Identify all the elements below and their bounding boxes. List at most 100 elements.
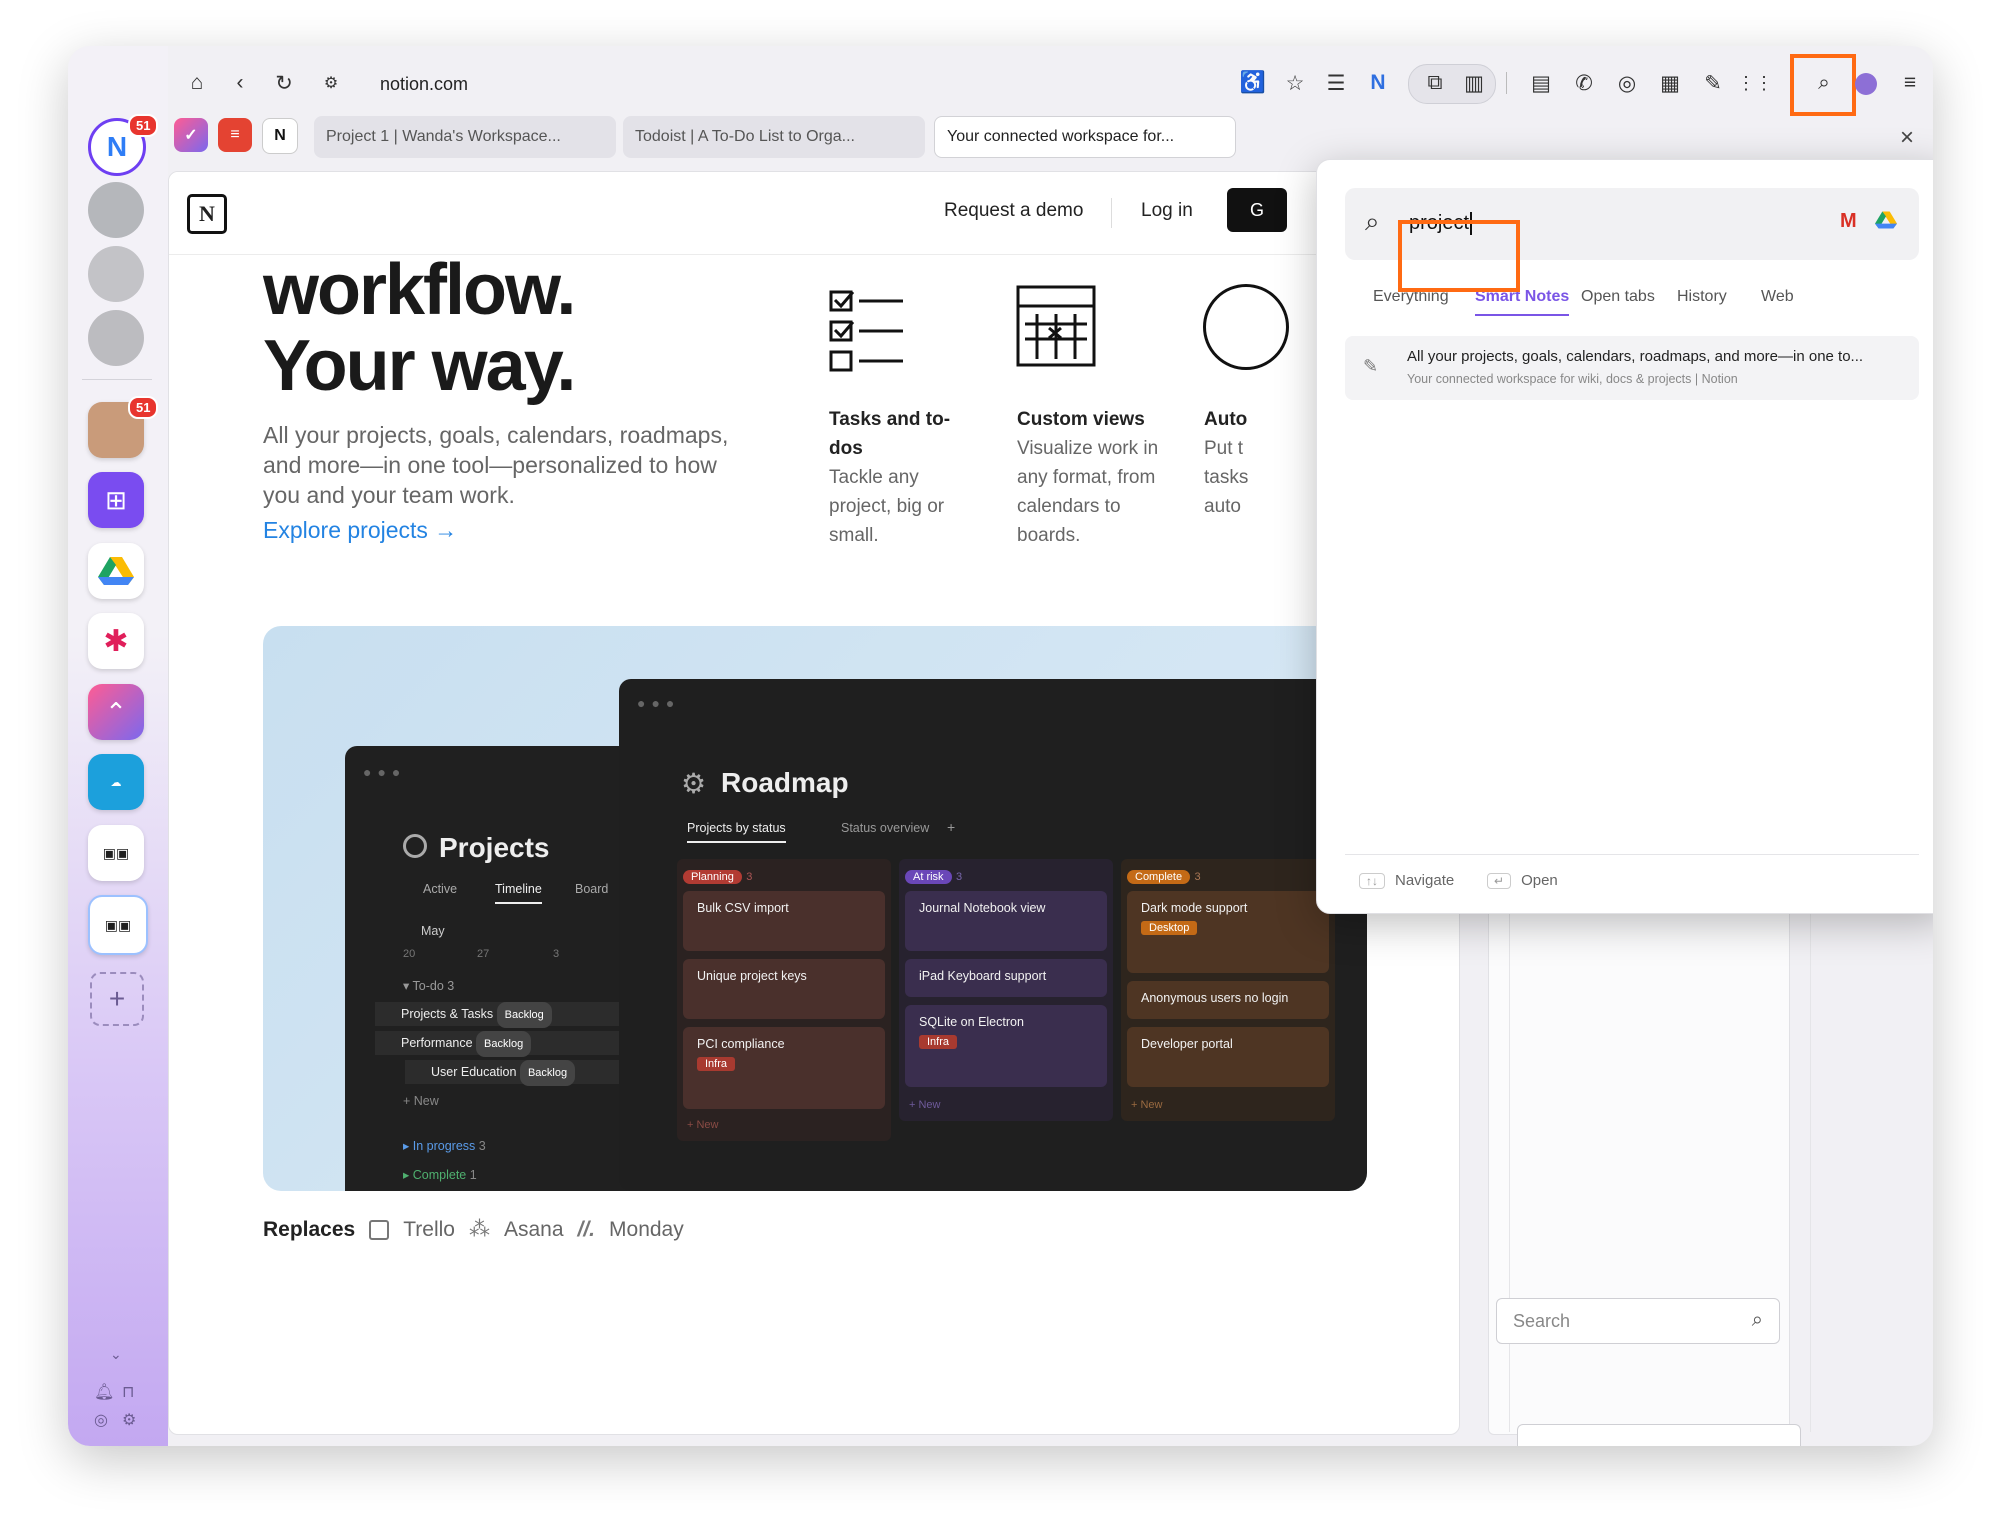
column-status-pill: Planning (683, 870, 742, 884)
card-title: Unique project keys (697, 969, 807, 983)
apps-launcher-icon[interactable]: ⊞ (88, 472, 144, 528)
toolbar-divider (1506, 72, 1507, 94)
result-title: All your projects, goals, calendars, roa… (1407, 348, 1864, 365)
reload-icon[interactable]: ↻ (267, 66, 301, 100)
timeline-day-3: 3 (553, 948, 560, 960)
menu-hamburger-icon[interactable]: ≡ (1893, 66, 1927, 100)
filter-open-tabs[interactable]: Open tabs (1581, 288, 1655, 306)
slack-icon[interactable]: ✱ (88, 613, 144, 669)
user-avatar-1[interactable] (88, 182, 144, 238)
pinned-notion-icon[interactable]: N (262, 118, 298, 154)
settings-gear-icon[interactable]: ⚙ (122, 1410, 136, 1430)
navigate-label: Navigate (1395, 872, 1455, 889)
profile-avatar[interactable] (1855, 73, 1877, 95)
card-title: SQLite on Electron (919, 1015, 1024, 1029)
column-header: Complete 3 (1127, 867, 1201, 885)
app-sidebar: N 51 51 ⊞ ✱ ⌃ ☁ ▣▣ ▣▣ + ⌄ 🔔︎ ⊓ ◎ ⚙ (68, 46, 168, 1446)
social-apps-folder-icon[interactable]: ▣▣ (88, 825, 144, 881)
pinned-todoist-icon[interactable]: ≡ (218, 118, 252, 152)
row-name: User Education (431, 1065, 517, 1079)
lock-icon[interactable]: ⊓ (122, 1382, 134, 1402)
browser-window: ⌂ ‹ ↻ ⚙ notion.com ♿ ☆ ☰ N ⧉ ▥ ▤ ✆ ◎ ▦ ✎… (68, 46, 1933, 1446)
todo-group-label: To-do (412, 979, 444, 993)
google-drive-icon[interactable] (88, 543, 144, 599)
panel-search-placeholder: Search (1513, 1311, 1571, 1331)
get-notion-button[interactable]: G (1227, 188, 1287, 232)
salesforce-icon[interactable]: ☁ (88, 754, 144, 810)
sidebar-toggle-icon[interactable]: ▥ (1457, 66, 1491, 100)
tab-project-1[interactable]: Project 1 | Wanda's Workspace... (314, 116, 616, 158)
open-hint: ↵ Open (1487, 872, 1558, 889)
home-icon[interactable]: ⌂ (180, 66, 214, 100)
feature-tasks: Tasks and to-dos Tackle any project, big… (829, 405, 969, 550)
tab-notion[interactable]: Your connected workspace for... (934, 116, 1236, 158)
projects-row-2: Performance Backlog (375, 1031, 645, 1057)
hero-description: All your projects, goals, calendars, roa… (263, 422, 729, 508)
window-dots: ●●● (637, 695, 681, 711)
tab-todoist[interactable]: Todoist | A To-Do List to Orga... (623, 116, 925, 158)
asana-name: Asana (503, 1217, 564, 1241)
roadmap-add-view: + (947, 819, 956, 835)
column-at-risk: At risk 3 Journal Notebook view iPad Key… (899, 859, 1113, 1121)
phone-icon[interactable]: ✆ (1567, 66, 1601, 100)
stack-icon[interactable]: ☰ (1319, 66, 1353, 100)
notes-icon[interactable]: ✎ (1696, 66, 1730, 100)
roadmap-card: PCI compliance Infra (683, 1027, 885, 1109)
user-avatar-2[interactable] (88, 246, 144, 302)
wallet-icon[interactable]: ▤ (1524, 66, 1558, 100)
replaces-label: Replaces (263, 1217, 356, 1241)
panel-search-input[interactable] (1517, 1424, 1801, 1446)
roadmap-gear-icon: ⚙ (681, 768, 707, 799)
complete-label: Complete (412, 1168, 467, 1182)
feature-automation: Auto Put t tasks auto (1204, 405, 1248, 521)
column-count: 3 (1194, 871, 1201, 883)
expand-chevron-icon[interactable]: ⌄ (110, 1346, 122, 1363)
reader-icon[interactable]: ▦ (1653, 66, 1687, 100)
accessibility-icon[interactable]: ♿ (1236, 66, 1270, 100)
user-avatar-3[interactable] (88, 310, 144, 366)
hero-heading-line1: workflow. (263, 250, 576, 330)
address-bar[interactable]: notion.com (380, 70, 468, 98)
trello-name: Trello (403, 1217, 455, 1241)
row-status: Backlog (496, 1002, 552, 1028)
request-demo-link[interactable]: Request a demo (944, 200, 1083, 222)
card-title: Bulk CSV import (697, 901, 789, 915)
add-app-button[interactable]: + (90, 972, 144, 1026)
row-status: Backlog (519, 1060, 576, 1086)
notion-extension-icon[interactable]: N (1361, 66, 1395, 100)
roadmap-mock-window: ●●● ⚙ Roadmap Projects by status Status … (619, 679, 1367, 1191)
bookmark-star-icon[interactable]: ☆ (1278, 66, 1312, 100)
bell-icon[interactable]: 🔔︎ (94, 1382, 114, 1402)
column-count: 3 (956, 871, 963, 883)
card-title: Journal Notebook view (919, 901, 1046, 915)
notion-logo-icon[interactable]: N (187, 194, 227, 234)
filter-smart-notes[interactable]: Smart Notes (1475, 288, 1570, 316)
search-result-item[interactable]: ✎ All your projects, goals, calendars, r… (1345, 336, 1919, 400)
pinned-clickup-icon[interactable]: ✓ (174, 118, 208, 152)
filter-web[interactable]: Web (1761, 288, 1794, 306)
back-icon[interactable]: ‹ (223, 66, 257, 100)
travel-apps-folder-icon[interactable]: ▣▣ (88, 895, 148, 955)
monday-name: Monday (609, 1217, 684, 1241)
login-link[interactable]: Log in (1141, 200, 1193, 222)
clickup-icon[interactable]: ⌃ (88, 684, 144, 740)
card-tag: Desktop (1141, 921, 1198, 935)
site-settings-icon[interactable]: ⚙ (314, 66, 348, 100)
gmail-icon: M (1840, 210, 1857, 232)
projects-mock-title: Projects (439, 832, 550, 863)
close-panel-icon[interactable]: × (1900, 124, 1914, 152)
explore-projects-link[interactable]: Explore projects → (263, 517, 457, 544)
timeline-month: May (421, 924, 445, 938)
timeline-day-2: 27 (477, 948, 490, 960)
apps-grid-icon[interactable]: ⋮⋮ (1737, 66, 1773, 100)
panel-search-box[interactable]: Search ⌕ (1496, 1298, 1780, 1344)
compass-icon[interactable]: ◎ (1610, 66, 1644, 100)
roadmap-card: Anonymous users no login (1127, 981, 1329, 1019)
projects-view-board: Board (575, 882, 609, 896)
filter-history[interactable]: History (1677, 288, 1727, 306)
smart-notes-highlight (1398, 220, 1520, 292)
compass-bottom-icon[interactable]: ◎ (94, 1410, 108, 1430)
extensions-puzzle-icon[interactable]: ⧉ (1418, 66, 1452, 100)
monday-icon: //. (577, 1217, 596, 1241)
card-title: iPad Keyboard support (919, 969, 1047, 983)
